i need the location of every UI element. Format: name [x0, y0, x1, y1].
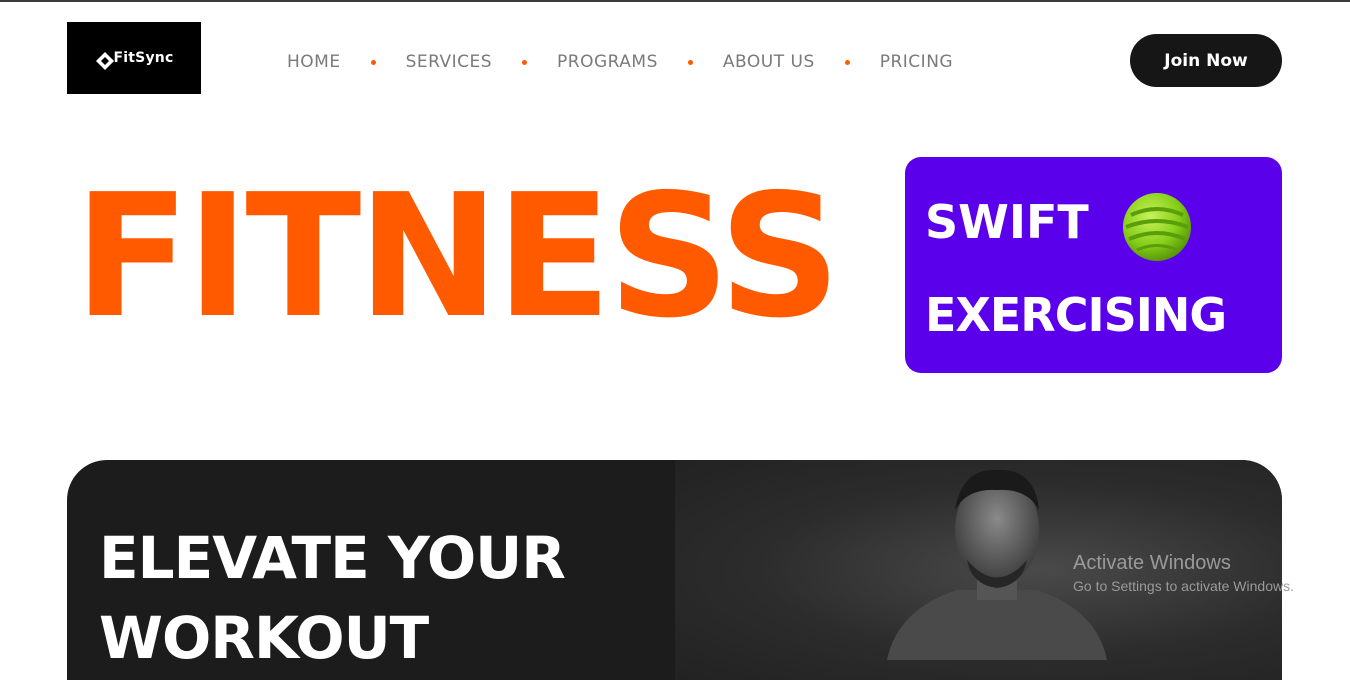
brand-name: FitSync — [113, 50, 174, 66]
main-nav: HOME SERVICES PROGRAMS ABOUT US PRICING — [287, 50, 953, 74]
brand-logo[interactable]: FitSync — [67, 22, 201, 94]
activate-windows-watermark: Activate Windows Go to Settings to activ… — [1073, 552, 1294, 594]
nav-home[interactable]: HOME — [287, 52, 341, 72]
diamond-logo-icon — [95, 51, 114, 70]
promo-card: SWIFT EXERCISING — [905, 157, 1282, 373]
nav-pricing[interactable]: PRICING — [880, 52, 953, 72]
banner-title-line2: WORKOUT — [99, 604, 429, 672]
nav-programs[interactable]: PROGRAMS — [557, 52, 658, 72]
promo-line-exercising: EXERCISING — [925, 288, 1227, 342]
banner-title: ELEVATE YOUR WORKOUT — [99, 518, 566, 678]
promo-line-swift: SWIFT — [925, 195, 1089, 249]
nav-separator-dot — [370, 59, 376, 65]
green-ball-icon — [1121, 191, 1193, 263]
nav-separator-dot — [522, 59, 528, 65]
nav-separator-dot — [687, 59, 693, 65]
nav-services[interactable]: SERVICES — [406, 52, 492, 72]
hero-title: FITNESS — [74, 158, 841, 356]
nav-separator-dot — [844, 59, 850, 65]
join-now-button[interactable]: Join Now — [1130, 34, 1282, 87]
nav-about-us[interactable]: ABOUT US — [723, 52, 815, 72]
activate-windows-subtitle: Go to Settings to activate Windows. — [1073, 578, 1294, 594]
activate-windows-title: Activate Windows — [1073, 552, 1231, 574]
banner-title-line1: ELEVATE YOUR — [99, 524, 566, 592]
